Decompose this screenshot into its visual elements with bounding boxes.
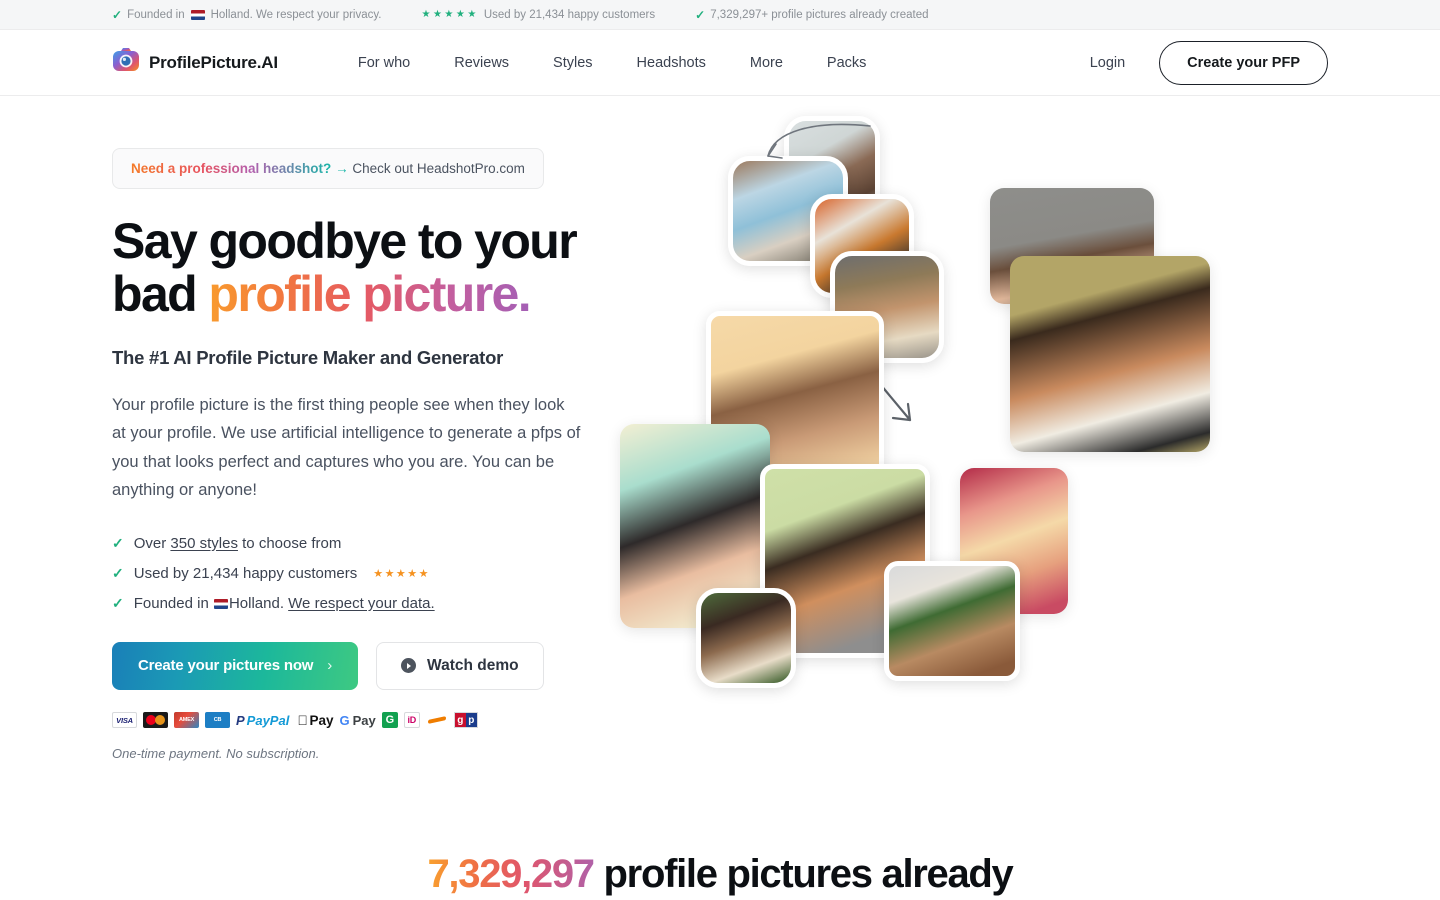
create-pictures-label: Create your pictures now: [138, 657, 314, 674]
feature-item-customers: ✓ Used by 21,434 happy customers ★★★★★: [112, 565, 612, 582]
sofort-icon: [425, 712, 448, 728]
hero-cta-row: Create your pictures now › Watch demo: [112, 641, 612, 690]
brand-logo[interactable]: ProfilePicture.AI: [112, 46, 278, 79]
promo-rest-text: Check out HeadshotPro.com: [352, 161, 525, 176]
nav-actions: Login Create your PFP: [1072, 40, 1328, 85]
nav-item-more[interactable]: More: [728, 47, 805, 79]
announcement-text-privacy-pre: Founded in: [127, 8, 185, 21]
hero-subheading: The #1 AI Profile Picture Maker and Gene…: [112, 347, 504, 368]
payment-methods: VISA AMEX CB PPayPal Pay GPay G iD gp: [112, 711, 612, 729]
styles-link[interactable]: 350 styles: [170, 535, 238, 552]
check-icon: ✓: [112, 534, 124, 551]
nl-flag-icon: [190, 9, 205, 20]
nav-item-styles[interactable]: Styles: [531, 47, 615, 79]
announcement-bar: ✓ Founded in Holland. We respect your pr…: [0, 0, 1440, 30]
hero-body-text: Your profile picture is the first thing …: [112, 396, 581, 500]
create-pfp-button[interactable]: Create your PFP: [1159, 40, 1328, 85]
apple-pay-label: Pay: [299, 712, 333, 728]
headshotpro-promo-banner[interactable]: Need a professional headshot? → Check ou…: [112, 148, 544, 189]
payment-fineprint: One-time payment. No subscription.: [112, 745, 320, 761]
paypal-icon: P PayPal: [236, 711, 292, 729]
counter-number: 7,329,297: [427, 852, 595, 896]
apple-pay-icon: Pay: [297, 711, 334, 729]
visa-icon: VISA: [112, 712, 137, 728]
giropay-icon: G: [381, 712, 398, 728]
headline-line-1: Say goodbye to your: [112, 213, 578, 269]
headline-line-2-gradient: profile picture.: [208, 266, 531, 322]
respect-data-link[interactable]: We respect your data.: [288, 595, 434, 612]
arrow-right-icon: →: [335, 161, 349, 176]
create-pictures-button[interactable]: Create your pictures now ›: [112, 641, 359, 690]
star-rating-icon: ★★★★★: [373, 567, 431, 580]
hero-feature-list: ✓ Over 350 styles to choose from ✓ Used …: [112, 535, 612, 612]
announcement-text-created: 7,329,297+ profile pictures already crea…: [710, 8, 929, 21]
feature-styles-pre: Over: [133, 534, 171, 552]
result-photo-anime-girl: [696, 588, 796, 688]
camera-logo-icon: [112, 46, 140, 79]
announcement-item-created: ✓ 7,329,297+ profile pictures already cr…: [695, 9, 928, 21]
feature-customers-text: Used by 21,434 happy customers: [133, 564, 358, 582]
amex-icon: AMEX: [174, 712, 199, 728]
hero-collage-column: Training set: [612, 96, 1328, 716]
check-icon: ✓: [112, 564, 124, 581]
watch-demo-button[interactable]: Watch demo: [376, 641, 544, 690]
image-collage: Training set: [612, 96, 1328, 716]
star-rating-icon: ★★★★★: [421, 9, 479, 20]
check-icon: ✓: [112, 7, 123, 22]
feature-founded-pre: Founded in: [133, 594, 213, 612]
result-photo-cafe-smiling: [884, 561, 1020, 681]
nav-links: For who Reviews Styles Headshots More Pa…: [336, 47, 889, 79]
feature-founded-mid: Holland.: [228, 594, 289, 612]
profile-pictures-counter: 7,329,297 profile pictures already: [0, 852, 1440, 897]
check-icon: ✓: [695, 7, 706, 22]
ideal-icon: iD: [403, 712, 420, 728]
play-circle-icon: [401, 658, 417, 673]
google-pay-label: Pay: [342, 712, 376, 728]
chevron-right-icon: ›: [327, 657, 333, 674]
result-photo-olive-bowtie: [1010, 256, 1210, 452]
mastercard-icon: [143, 712, 168, 728]
brand-name: ProfilePicture.AI: [149, 52, 278, 72]
feature-item-styles: ✓ Over 350 styles to choose from: [112, 535, 612, 552]
login-link[interactable]: Login: [1072, 47, 1143, 79]
nav-item-headshots[interactable]: Headshots: [615, 47, 728, 79]
watch-demo-label: Watch demo: [427, 656, 519, 674]
headline-line-2-plain: bad: [112, 266, 209, 322]
hero-section: Need a professional headshot? → Check ou…: [0, 96, 1440, 761]
page-title: Say goodbye to your bad profile picture.: [112, 215, 612, 321]
nav-item-packs[interactable]: Packs: [805, 47, 889, 79]
counter-text: profile pictures already: [593, 852, 1014, 896]
announcement-text-privacy-post: Holland. We respect your privacy.: [210, 8, 382, 21]
nav-item-for-who[interactable]: For who: [336, 47, 432, 79]
promo-gradient-text: Need a professional headshot?: [131, 161, 332, 176]
feature-item-founded: ✓ Founded in Holland. We respect your da…: [112, 595, 612, 612]
feature-styles-post: to choose from: [237, 534, 342, 552]
announcement-item-customers: ★★★★★ Used by 21,434 happy customers: [421, 9, 655, 21]
check-icon: ✓: [112, 594, 124, 611]
nav-item-reviews[interactable]: Reviews: [432, 47, 531, 79]
hero-copy-column: Need a professional headshot? → Check ou…: [112, 96, 612, 761]
cartes-bancaires-icon: CB: [205, 712, 230, 728]
nl-flag-icon: [213, 598, 228, 609]
google-pay-icon: G Pay: [339, 711, 376, 729]
announcement-text-customers: Used by 21,434 happy customers: [483, 8, 656, 21]
announcement-item-privacy: ✓ Founded in Holland. We respect your pr…: [112, 9, 381, 21]
gp-icon: gp: [453, 712, 478, 728]
main-navigation: ProfilePicture.AI For who Reviews Styles…: [0, 30, 1440, 96]
paypal-label: PayPal: [246, 712, 290, 728]
